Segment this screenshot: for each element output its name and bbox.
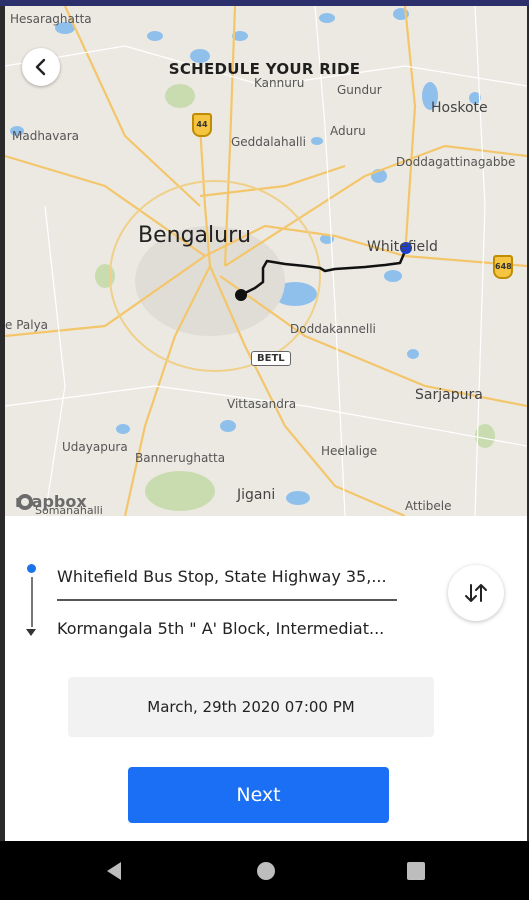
datetime-picker[interactable]: March, 29th 2020 07:00 PM	[68, 677, 434, 737]
nav-back-button[interactable]	[84, 841, 144, 900]
map-label-sarjapura: Sarjapura	[415, 387, 483, 403]
map-label-heelalige: Heelalige	[321, 444, 378, 458]
map-label-hoskote: Hoskote	[431, 100, 488, 116]
map-label-attibele: Attibele	[405, 499, 452, 513]
dropoff-field[interactable]: Kormangala 5th " A' Block, Intermediat..…	[57, 619, 397, 638]
mapbox-attribution[interactable]: mapbox	[15, 492, 87, 511]
route-map[interactable]: Hesaraghatta Kannuru Gundur Hoskote Madh…	[5, 6, 527, 516]
triangle-back-icon	[107, 861, 121, 880]
betl-badge: BETL	[251, 351, 291, 366]
map-label-doddagattinagabbe: Doddagattinagabbe	[396, 155, 516, 169]
map-label-palya: e Palya	[5, 318, 49, 332]
destination-marker	[235, 289, 247, 301]
swap-locations-button[interactable]	[448, 565, 504, 621]
page-title: SCHEDULE YOUR RIDE	[168, 60, 361, 78]
map-label-aduru: Aduru	[330, 124, 366, 138]
nav-recents-button[interactable]	[386, 841, 446, 900]
swap-vertical-icon	[465, 584, 487, 602]
arrow-down-icon	[26, 629, 36, 636]
map-label-doddakannelli: Doddakannelli	[290, 322, 376, 336]
map-label-madhavara: Madhavara	[12, 129, 80, 143]
pickup-field-underline	[57, 599, 397, 601]
map-label-kannuru: Kannuru	[254, 76, 305, 90]
origin-dot-icon	[27, 564, 36, 573]
map-label-whitefield: Whitefield	[367, 239, 438, 255]
mapbox-logo-icon	[17, 494, 33, 510]
route-connector	[30, 577, 33, 627]
app-screen: Hesaraghatta Kannuru Gundur Hoskote Madh…	[0, 0, 529, 900]
map-label-hesaraghatta: Hesaraghatta	[10, 12, 92, 26]
nav-home-button[interactable]	[236, 841, 296, 900]
map-label-udayapura: Udayapura	[62, 440, 128, 454]
square-recents-icon	[407, 861, 425, 880]
highway-shield-44: 44	[192, 113, 212, 137]
map-label-bengaluru: Bengaluru	[138, 223, 252, 248]
map-label-bannerughatta: Bannerughatta	[135, 451, 226, 465]
next-button[interactable]: Next	[128, 767, 389, 823]
map-label-gundur: Gundur	[337, 83, 382, 97]
pickup-field[interactable]: Whitefield Bus Stop, State Highway 35,..…	[57, 567, 397, 586]
map-label-geddalahalli: Geddalahalli	[231, 135, 306, 149]
map-label-vittasandra: Vittasandra	[227, 397, 297, 411]
circle-home-icon	[257, 861, 275, 880]
map-label-jigani: Jigani	[237, 487, 276, 503]
highway-shield-648: 648	[493, 255, 513, 279]
system-nav-bar	[0, 841, 529, 900]
